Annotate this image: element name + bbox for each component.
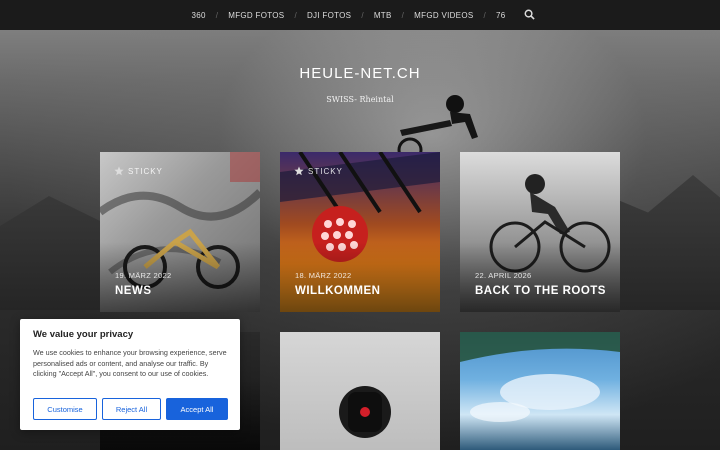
accept-all-button[interactable]: Accept All bbox=[166, 398, 228, 420]
nav-item-dji-fotos[interactable]: DJI FOTOS bbox=[301, 11, 357, 20]
nav-separator: / bbox=[483, 10, 487, 20]
post-date: 22. April 2026 bbox=[475, 271, 532, 280]
top-navigation: 360 / MFGD FOTOS / DJI FOTOS / MTB / MFG… bbox=[0, 0, 720, 30]
nav-item-mfgd-fotos[interactable]: MFGD FOTOS bbox=[222, 11, 290, 20]
post-date: 19. März 2022 bbox=[115, 271, 172, 280]
reject-all-button[interactable]: Reject All bbox=[102, 398, 161, 420]
post-title[interactable]: BACK TO THE ROOTS bbox=[475, 285, 606, 297]
post-title[interactable]: WILLKOMMEN bbox=[295, 285, 380, 297]
cookie-text: We use cookies to enhance your browsing … bbox=[33, 348, 227, 378]
search-icon[interactable] bbox=[524, 9, 535, 22]
post-card-5[interactable] bbox=[280, 332, 440, 450]
cookie-title: We value your privacy bbox=[33, 329, 134, 340]
nav-item-mfgd-videos[interactable]: MFGD VIDEOS bbox=[408, 11, 479, 20]
nav-separator: / bbox=[294, 10, 297, 20]
sticky-badge: STICKY bbox=[114, 166, 163, 176]
nav-separator: / bbox=[215, 10, 219, 20]
nav-item-360[interactable]: 360 bbox=[185, 11, 211, 20]
nav-item-76[interactable]: 76 bbox=[490, 11, 512, 20]
sticky-label: STICKY bbox=[308, 166, 343, 176]
site-title[interactable]: HEULE-NET.CH bbox=[0, 65, 720, 82]
nav-item-mtb[interactable]: MTB bbox=[368, 11, 398, 20]
nav-separator: / bbox=[361, 10, 364, 20]
sticky-label: STICKY bbox=[128, 166, 163, 176]
post-card-back-to-the-roots[interactable]: 22. April 2026 BACK TO THE ROOTS bbox=[460, 152, 620, 312]
post-title[interactable]: NEWS bbox=[115, 285, 152, 297]
site-description: SWISS- Rheintal bbox=[326, 95, 394, 104]
post-date: 18. März 2022 bbox=[295, 271, 352, 280]
customise-button[interactable]: Customise bbox=[33, 398, 97, 420]
post-card-willkommen[interactable]: STICKY 18. März 2022 WILLKOMMEN bbox=[280, 152, 440, 312]
post-card-6[interactable] bbox=[460, 332, 620, 450]
sky-reflection-photo-image bbox=[460, 332, 620, 422]
post-card-news[interactable]: STICKY 19. März 2022 NEWS bbox=[100, 152, 260, 312]
star-icon bbox=[114, 166, 124, 176]
rear-light-photo-image bbox=[339, 386, 391, 438]
star-icon bbox=[294, 166, 304, 176]
cookie-consent-dialog: We value your privacy We use cookies to … bbox=[20, 319, 240, 430]
cookie-buttons: Customise Reject All Accept All bbox=[33, 398, 228, 420]
sticky-badge: STICKY bbox=[294, 166, 343, 176]
nav-separator: / bbox=[401, 10, 405, 20]
